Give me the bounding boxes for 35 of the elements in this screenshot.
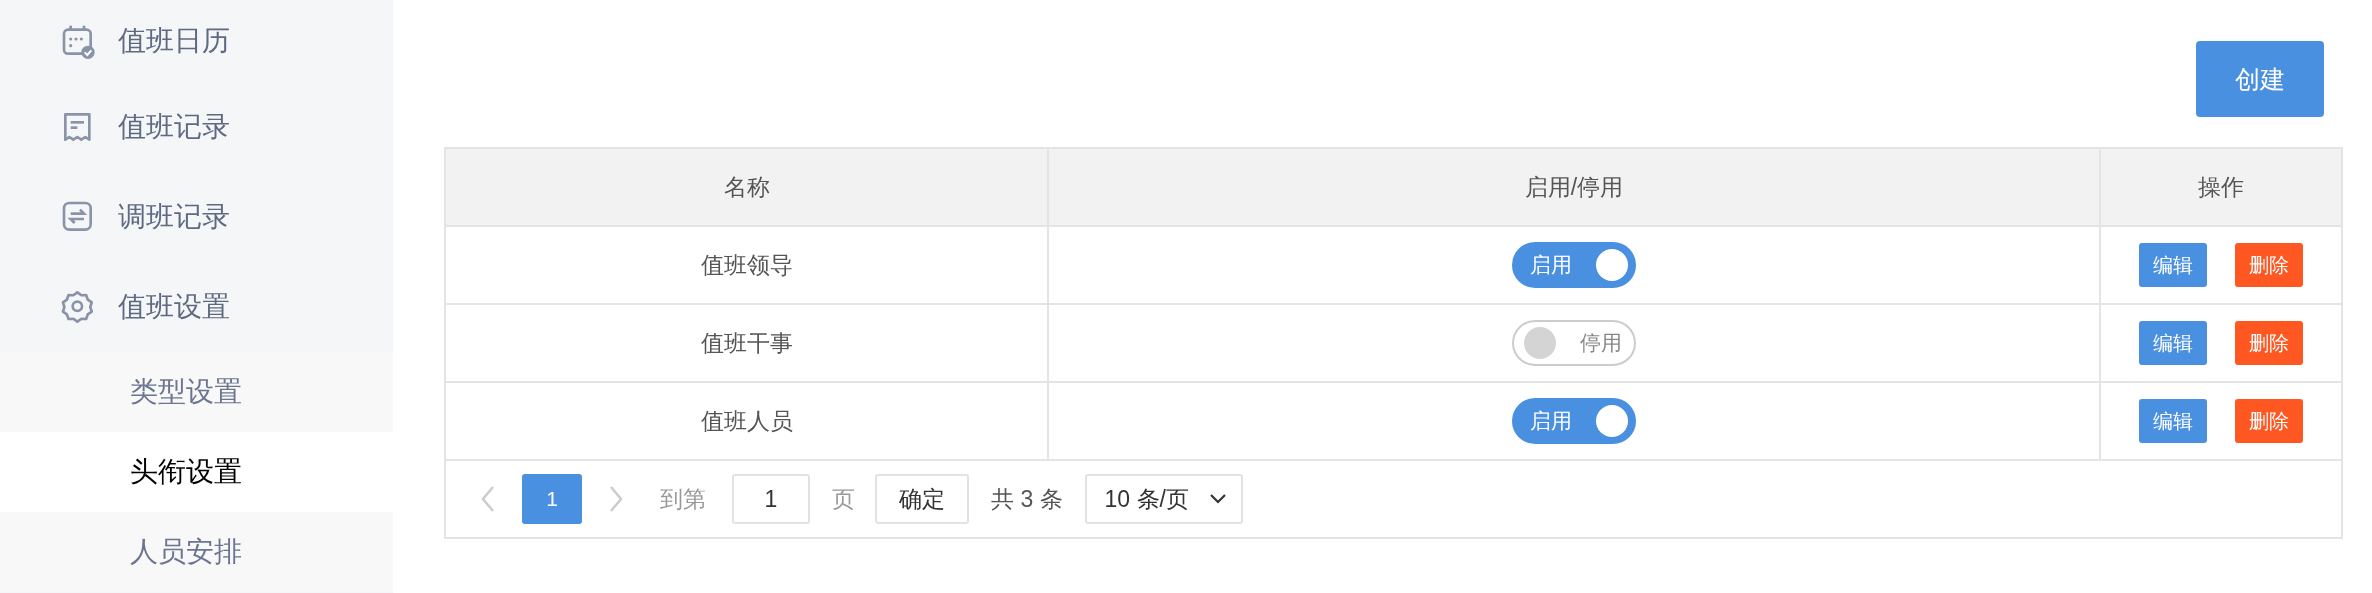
settings-icon <box>60 289 96 325</box>
edit-button[interactable]: 编辑 <box>2139 321 2207 365</box>
table-cell-text: 值班人员 <box>700 406 793 436</box>
goto-label: 到第 <box>660 484 706 514</box>
sidebar-item[interactable]: 值班日历 <box>0 0 393 82</box>
page-size-select[interactable]: 10 条/页 <box>1084 474 1243 524</box>
chevron-down-icon <box>1208 493 1227 505</box>
calendar-icon <box>60 23 96 59</box>
submenu-item[interactable]: 头衔设置 <box>0 432 393 512</box>
sidebar-item[interactable]: 值班记录 <box>0 82 393 172</box>
status-switch[interactable]: 停用 <box>1512 320 1636 366</box>
edit-button[interactable]: 编辑 <box>2139 243 2207 287</box>
total-count: 共 3 条 <box>991 484 1063 514</box>
sidebar-item-label: 调班记录 <box>118 200 230 234</box>
delete-button[interactable]: 删除 <box>2235 243 2303 287</box>
column-header: 操作 <box>2198 172 2244 202</box>
edit-button[interactable]: 编辑 <box>2139 399 2207 443</box>
status-switch[interactable]: 启用 <box>1512 398 1636 444</box>
table-cell-text: 值班干事 <box>700 328 793 358</box>
page-button[interactable]: 1 <box>522 474 582 524</box>
sidebar-item[interactable]: 调班记录 <box>0 172 393 262</box>
sidebar-item-label: 值班日历 <box>118 24 230 58</box>
page-unit-label: 页 <box>832 484 855 514</box>
sidebar-item[interactable]: 值班设置 <box>0 262 393 352</box>
confirm-button[interactable]: 确定 <box>875 474 969 524</box>
create-button[interactable]: 创建 <box>2196 41 2324 117</box>
table-cell-text: 值班领导 <box>700 250 793 280</box>
column-header: 名称 <box>723 172 770 202</box>
sidebar-item-label: 值班设置 <box>118 290 230 324</box>
delete-button[interactable]: 删除 <box>2235 321 2303 365</box>
sidebar-item-label: 值班记录 <box>118 110 230 144</box>
column-header: 启用/停用 <box>1524 172 1624 202</box>
delete-button[interactable]: 删除 <box>2235 399 2303 443</box>
page-input[interactable]: 1 <box>732 474 810 524</box>
status-switch[interactable]: 启用 <box>1512 242 1636 288</box>
